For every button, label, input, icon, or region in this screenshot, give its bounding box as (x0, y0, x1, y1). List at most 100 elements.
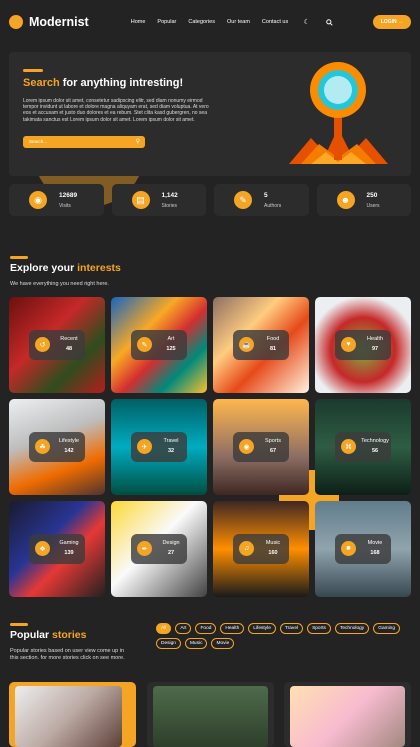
explore-subtitle: We have everything you need right here. (10, 281, 109, 287)
login-button[interactable]: LOGIN → (372, 15, 411, 29)
ball-icon: ◉ (239, 439, 254, 454)
category-overlay: ✈ Travel 32 (131, 432, 187, 462)
category-overlay: ■ Movie 168 (335, 534, 391, 564)
category-tile-lifestyle[interactable]: ☘ Lifestyle 142 (9, 399, 105, 495)
moon-icon[interactable]: ☾ (302, 18, 311, 27)
leaf-icon: ☘ (35, 439, 50, 454)
search-icon[interactable]: ⚲ (136, 138, 140, 145)
magnifier-leaves-illustration (289, 62, 388, 164)
hero-accent-bar (23, 69, 43, 72)
gamepad-icon: ❖ (35, 541, 50, 556)
category-label: Design (162, 540, 180, 546)
category-count: 48 (65, 346, 73, 352)
category-overlay: ♫ Music 160 (233, 534, 289, 564)
nav-contact-us[interactable]: Contact us (262, 19, 288, 25)
category-count: 97 (371, 346, 379, 352)
category-label: Lifestyle (58, 438, 80, 444)
nav-home[interactable]: Home (131, 19, 146, 25)
category-label: Gaming (59, 540, 79, 546)
newspaper-icon: ▤ (131, 191, 150, 209)
heart-icon: ♥ (341, 337, 356, 352)
filter-chip-lifestyle[interactable]: Lifestyle (248, 623, 276, 634)
eye-icon: ◉ (29, 191, 47, 209)
pen-tool-icon: ✒ (137, 541, 152, 556)
category-tile-movie[interactable]: ■ Movie 168 (315, 501, 411, 597)
users-icon: ☻ (336, 191, 355, 209)
category-count: 32 (167, 448, 175, 454)
category-label: Movie (367, 540, 383, 546)
category-count: 160 (268, 550, 278, 556)
category-count: 27 (167, 550, 175, 556)
camera-icon: ■ (341, 541, 356, 556)
category-label: Food (266, 336, 280, 342)
chip-icon: ⌘ (341, 439, 356, 454)
category-tile-food[interactable]: ☕ Food 81 (213, 297, 309, 393)
story-image-room (290, 686, 405, 747)
filter-chip-food[interactable]: Food (195, 623, 217, 634)
category-count: 125 (166, 346, 176, 352)
category-tile-recent[interactable]: ↺ Recent 48 (9, 297, 105, 393)
category-label: Technology (361, 438, 389, 444)
search-icon[interactable] (325, 18, 334, 27)
filter-chip-technology[interactable]: Technology (334, 623, 370, 634)
category-tile-gaming[interactable]: ❖ Gaming 139 (9, 501, 105, 597)
filter-chip-travel[interactable]: Travel (279, 623, 304, 634)
nav-popular[interactable]: Popular (157, 19, 176, 25)
category-tile-music[interactable]: ♫ Music 160 (213, 501, 309, 597)
filter-chip-all[interactable]: All (156, 623, 172, 634)
category-overlay: ❖ Gaming 139 (29, 534, 85, 564)
category-tile-technology[interactable]: ⌘ Technology 56 (315, 399, 411, 495)
filter-chip-gaming[interactable]: Gaming (373, 623, 401, 634)
hero-description: Lorem ipsum dolor sit amet, consetetur s… (23, 98, 209, 123)
filter-chip-art[interactable]: Art (175, 623, 192, 634)
category-overlay: ↺ Recent 48 (29, 330, 85, 360)
hero-title: Search for anything intresting! (23, 77, 184, 89)
food-icon: ☕ (239, 337, 254, 352)
category-tile-sports[interactable]: ◉ Sports 67 (213, 399, 309, 495)
popular-subtitle: Popular stories based on user view come … (10, 648, 125, 661)
category-overlay: ✒ Design 27 (131, 534, 187, 564)
filter-chip-music[interactable]: Music (184, 638, 208, 649)
category-label: Health (367, 336, 383, 342)
category-count: 81 (269, 346, 277, 352)
popular-title: Popular stories (10, 629, 87, 641)
hero-search-input[interactable]: Search... ⚲ (23, 136, 145, 148)
category-tile-art[interactable]: ✎ Art 125 (111, 297, 207, 393)
category-label: Travel (163, 438, 179, 444)
story-card[interactable] (284, 682, 411, 747)
category-count: 67 (269, 448, 277, 454)
story-card[interactable] (147, 682, 274, 747)
main-nav: Home Popular Categories Our team Contact… (131, 18, 334, 27)
headphones-icon: ♫ (239, 541, 254, 556)
category-count: 56 (371, 448, 379, 454)
filter-chip-design[interactable]: Design (156, 638, 181, 649)
category-label: Recent (60, 336, 78, 342)
logo-text[interactable]: Modernist (29, 15, 89, 29)
category-count: 168 (370, 550, 380, 556)
plane-icon: ✈ (137, 439, 152, 454)
brush-icon: ✎ (137, 337, 152, 352)
stat-authors: ✎ 5 Authors (214, 184, 309, 216)
category-overlay: ♥ Health 97 (335, 330, 391, 360)
stat-stories: ▤ 1,142 Stories (111, 184, 206, 216)
popular-accent-bar (10, 623, 28, 626)
story-image-writing (15, 686, 122, 747)
hero-banner: Search for anything intresting! Lorem ip… (9, 52, 411, 176)
category-count: 142 (64, 448, 74, 454)
filter-chip-movie[interactable]: Movie (211, 638, 235, 649)
nav-categories[interactable]: Categories (188, 19, 215, 25)
filter-chip-health[interactable]: Health (220, 623, 245, 634)
history-icon: ↺ (35, 337, 50, 352)
category-tile-health[interactable]: ♥ Health 97 (315, 297, 411, 393)
category-overlay: ⌘ Technology 56 (335, 432, 391, 462)
category-overlay: ☕ Food 81 (233, 330, 289, 360)
category-tile-design[interactable]: ✒ Design 27 (111, 501, 207, 597)
category-tile-travel[interactable]: ✈ Travel 32 (111, 399, 207, 495)
category-overlay: ✎ Art 125 (131, 330, 187, 360)
filter-chip-sports[interactable]: Sports (307, 623, 331, 634)
nav-our-team[interactable]: Our team (227, 19, 250, 25)
stats-bar: ◉ 12689 Visits ▤ 1,142 Stories ✎ 5 Autho… (9, 184, 411, 216)
category-count: 139 (64, 550, 74, 556)
story-card[interactable] (9, 682, 136, 747)
popular-filter-chips: All Art Food Health Lifestyle Travel Sports Tec… (156, 623, 414, 649)
